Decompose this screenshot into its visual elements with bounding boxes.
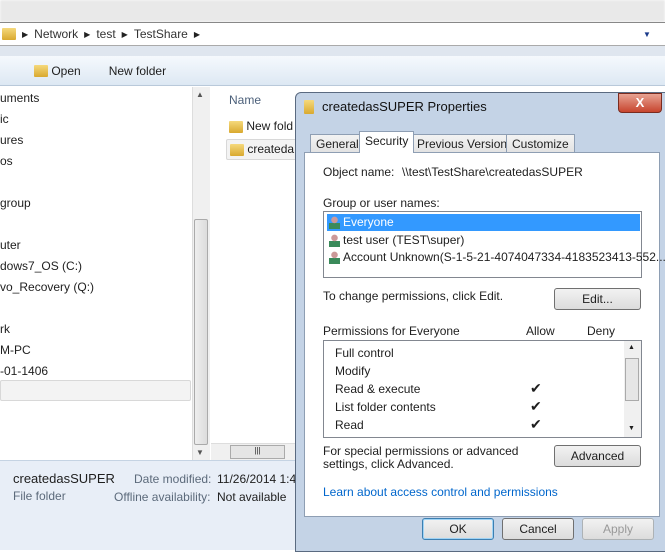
nav-item[interactable]: os: [0, 154, 13, 168]
breadcrumb-test[interactable]: test: [96, 27, 115, 41]
navigation-pane: [0, 87, 192, 460]
access-control-help-link[interactable]: Learn about access control and permissio…: [323, 485, 558, 499]
nav-selected-item[interactable]: [0, 380, 191, 401]
details-type: File folder: [13, 489, 66, 503]
offline-value: Not available: [217, 490, 287, 504]
properties-dialog: createdasSUPER Properties X General Secu…: [295, 92, 665, 552]
nav-item[interactable]: ures: [0, 133, 23, 147]
chevron-right-icon: ▶: [121, 29, 128, 39]
dialog-title: createdasSUPER Properties: [304, 99, 487, 114]
address-bar[interactable]: ▶ Network ▶ test ▶ TestShare ▶ ▼: [0, 22, 665, 46]
breadcrumb-network[interactable]: Network: [34, 27, 78, 41]
user-item[interactable]: test user (TEST\super): [329, 232, 464, 249]
change-permissions-text: To change permissions, click Edit.: [323, 289, 504, 303]
permission-name: Read: [335, 418, 364, 432]
allow-header: Allow: [526, 324, 555, 338]
permission-name: List folder contents: [335, 400, 436, 414]
scrollbar-thumb[interactable]: |||: [230, 445, 285, 459]
folder-icon: [230, 143, 244, 156]
nav-item[interactable]: uments: [0, 91, 39, 105]
chevron-right-icon: ▶: [22, 29, 29, 39]
folder-icon: [229, 120, 243, 133]
details-pane: createdasSUPER File folder Date modified…: [0, 460, 300, 550]
ok-button[interactable]: OK: [422, 518, 494, 540]
nav-item[interactable]: vo_Recovery (Q:): [0, 280, 94, 294]
tab-general[interactable]: General: [310, 134, 365, 153]
nav-item[interactable]: rk: [0, 322, 10, 336]
column-header-name[interactable]: Name: [229, 93, 261, 107]
special-permissions-text: For special permissions or advanced sett…: [323, 444, 519, 471]
background-window: [0, 0, 665, 22]
permission-name: Full control: [335, 346, 394, 360]
user-item[interactable]: Account Unknown(S-1-5-21-4074047334-4183…: [329, 249, 665, 266]
scrollbar-thumb[interactable]: [625, 358, 639, 401]
user-icon: [329, 234, 340, 248]
tab-previous-versions[interactable]: Previous Versions: [411, 134, 520, 153]
toolbar: Open New folder: [0, 56, 665, 86]
tab-customize[interactable]: Customize: [506, 134, 575, 153]
details-name: createdasSUPER: [13, 471, 115, 486]
nav-item[interactable]: dows7_OS (C:): [0, 259, 82, 273]
open-button[interactable]: Open: [34, 64, 81, 78]
permission-name: Modify: [335, 364, 371, 378]
permissions-list: Full control Modify Read & execute ✔ Lis…: [323, 340, 642, 438]
object-name-label: Object name:: [323, 165, 395, 179]
open-label: Open: [51, 63, 81, 78]
user-item-selected[interactable]: Everyone: [327, 214, 640, 231]
offline-label: Offline availability:: [114, 490, 211, 504]
nav-item[interactable]: uter: [0, 238, 21, 252]
user-list[interactable]: Everyone test user (TEST\super) Account …: [323, 211, 665, 278]
permission-name: Read & execute: [335, 382, 421, 396]
scroll-up-icon[interactable]: ▲: [628, 344, 635, 351]
permissions-scrollbar[interactable]: ▲ ▼: [624, 341, 641, 437]
cancel-button[interactable]: Cancel: [502, 518, 574, 540]
divider: [0, 46, 665, 56]
advanced-button[interactable]: Advanced: [554, 445, 641, 467]
allow-check-icon: ✔: [530, 398, 542, 414]
security-panel: Object name: \\test\TestShare\createdasS…: [304, 152, 665, 517]
deny-header: Deny: [587, 324, 616, 338]
allow-check-icon: ✔: [530, 416, 542, 432]
chevron-right-icon: ▶: [193, 29, 201, 39]
object-name-value: \\test\TestShare\createdasSUPER: [402, 165, 583, 179]
chevron-right-icon: ▶: [84, 29, 91, 39]
user-name: Everyone: [343, 215, 394, 229]
dialog-title-text: createdasSUPER Properties: [322, 99, 487, 114]
edit-button[interactable]: Edit...: [554, 288, 641, 310]
open-folder-icon: [34, 65, 48, 78]
permissions-label: Permissions for Everyone: [323, 324, 460, 338]
nav-item[interactable]: group: [0, 196, 31, 210]
user-name: Account Unknown(S-1-5-21-4074047334-4183…: [343, 250, 665, 264]
scroll-down-icon[interactable]: ▼: [628, 425, 635, 432]
date-modified-label: Date modified:: [134, 472, 212, 486]
apply-button[interactable]: Apply: [582, 518, 654, 540]
new-folder-button[interactable]: New folder: [109, 64, 166, 78]
allow-check-icon: ✔: [530, 380, 542, 396]
file-name: createda: [247, 142, 295, 156]
file-item[interactable]: New fold: [229, 119, 293, 133]
user-name: test user (TEST\super): [343, 233, 465, 247]
date-modified-value: 11/26/2014 1:4: [217, 472, 297, 486]
tab-security[interactable]: Security: [359, 131, 415, 153]
file-item-selected[interactable]: createda: [226, 139, 306, 160]
network-icon: [2, 28, 16, 40]
dropdown-icon[interactable]: ▼: [643, 30, 651, 39]
horizontal-scrollbar[interactable]: |||: [211, 443, 301, 460]
breadcrumb-testshare[interactable]: TestShare: [134, 27, 188, 41]
close-button[interactable]: X: [618, 93, 662, 113]
nav-item[interactable]: -01-1406: [0, 364, 48, 378]
folder-icon: [304, 99, 314, 114]
unknown-user-icon: [329, 251, 340, 265]
nav-item[interactable]: ic: [0, 112, 9, 126]
group-label: Group or user names:: [323, 196, 440, 210]
scroll-up-icon[interactable]: ▲: [196, 90, 204, 99]
scroll-down-icon[interactable]: ▼: [196, 448, 204, 457]
nav-item[interactable]: M-PC: [0, 343, 31, 357]
file-name: New fold: [246, 119, 294, 133]
group-icon: [329, 216, 340, 230]
scrollbar-thumb[interactable]: [194, 219, 208, 445]
